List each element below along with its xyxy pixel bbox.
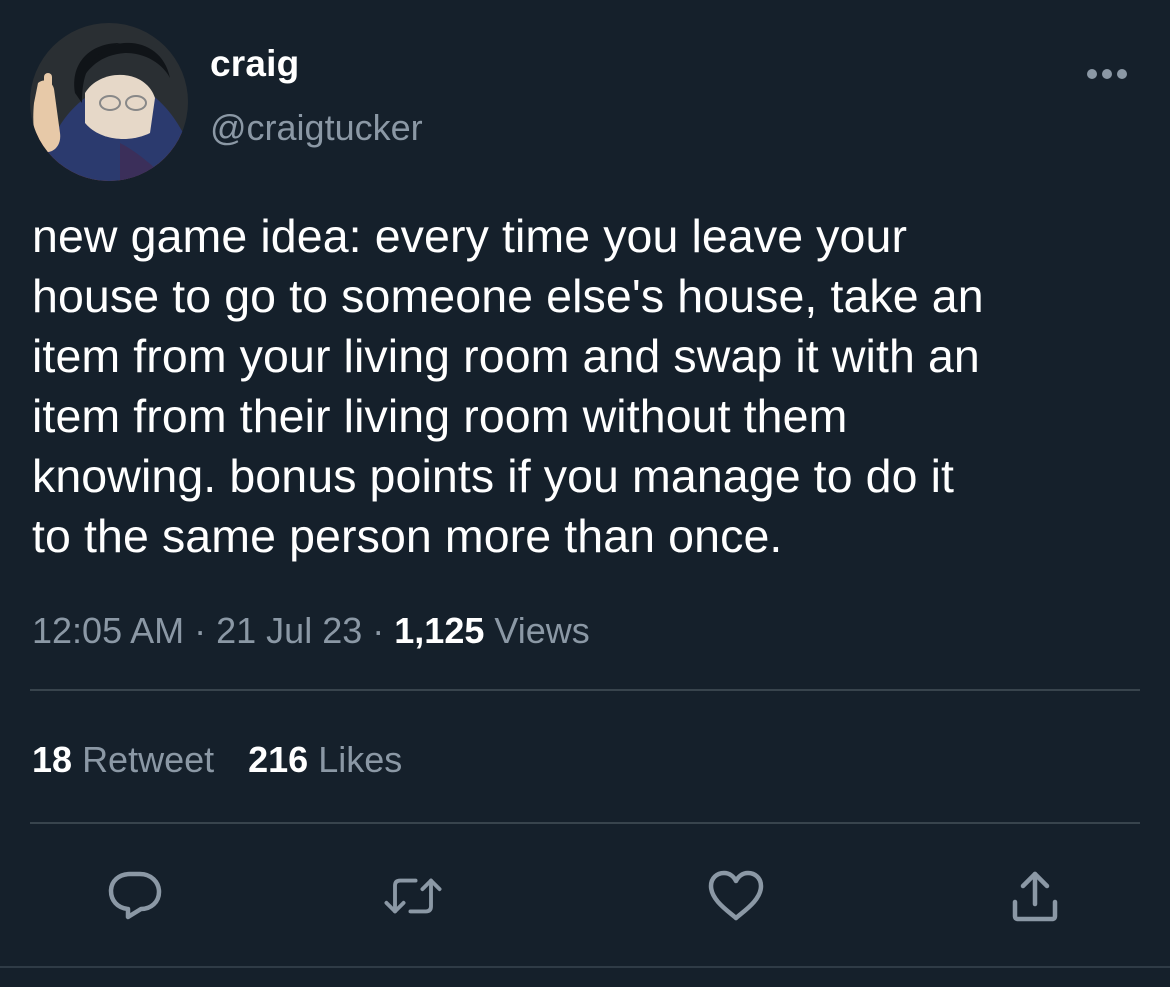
retweets-count: 18 <box>32 739 73 780</box>
meta-separator: · <box>372 610 385 651</box>
retweets-stat[interactable]: 18 Retweet <box>32 739 214 780</box>
divider <box>30 822 1140 824</box>
author-display-name[interactable]: craig <box>210 42 299 86</box>
heart-icon <box>708 870 764 921</box>
bottom-divider <box>0 966 1170 968</box>
views-count: 1,125 <box>394 610 485 651</box>
retweet-button[interactable] <box>383 868 443 924</box>
share-icon <box>1012 871 1058 922</box>
author-handle[interactable]: @craigtucker <box>210 106 423 150</box>
reply-bubble-icon <box>108 871 162 920</box>
meta-separator: · <box>194 610 207 651</box>
retweet-icon <box>384 878 442 914</box>
tweet-meta: 12:05 AM · 21 Jul 23 · 1,125 Views <box>32 607 590 655</box>
like-button[interactable] <box>706 868 766 924</box>
tweet-date[interactable]: 21 Jul 23 <box>216 610 362 651</box>
views-label: Views <box>494 610 590 651</box>
tweet-text: new game idea: every time you leave your… <box>32 210 984 562</box>
avatar[interactable] <box>30 23 188 181</box>
reply-button[interactable] <box>105 868 165 924</box>
tweet-stats: 18 Retweet 216 Likes <box>32 736 402 784</box>
tweet-time[interactable]: 12:05 AM <box>32 610 184 651</box>
likes-count: 216 <box>248 739 309 780</box>
more-horizontal-icon[interactable] <box>1086 66 1128 82</box>
divider <box>30 689 1140 691</box>
share-button[interactable] <box>1005 868 1065 924</box>
likes-label: Likes <box>318 739 403 780</box>
tweet-detail: craig @craigtucker new game idea: every … <box>0 0 1170 987</box>
retweets-label: Retweet <box>82 739 215 780</box>
likes-stat[interactable]: 216 Likes <box>248 739 402 780</box>
